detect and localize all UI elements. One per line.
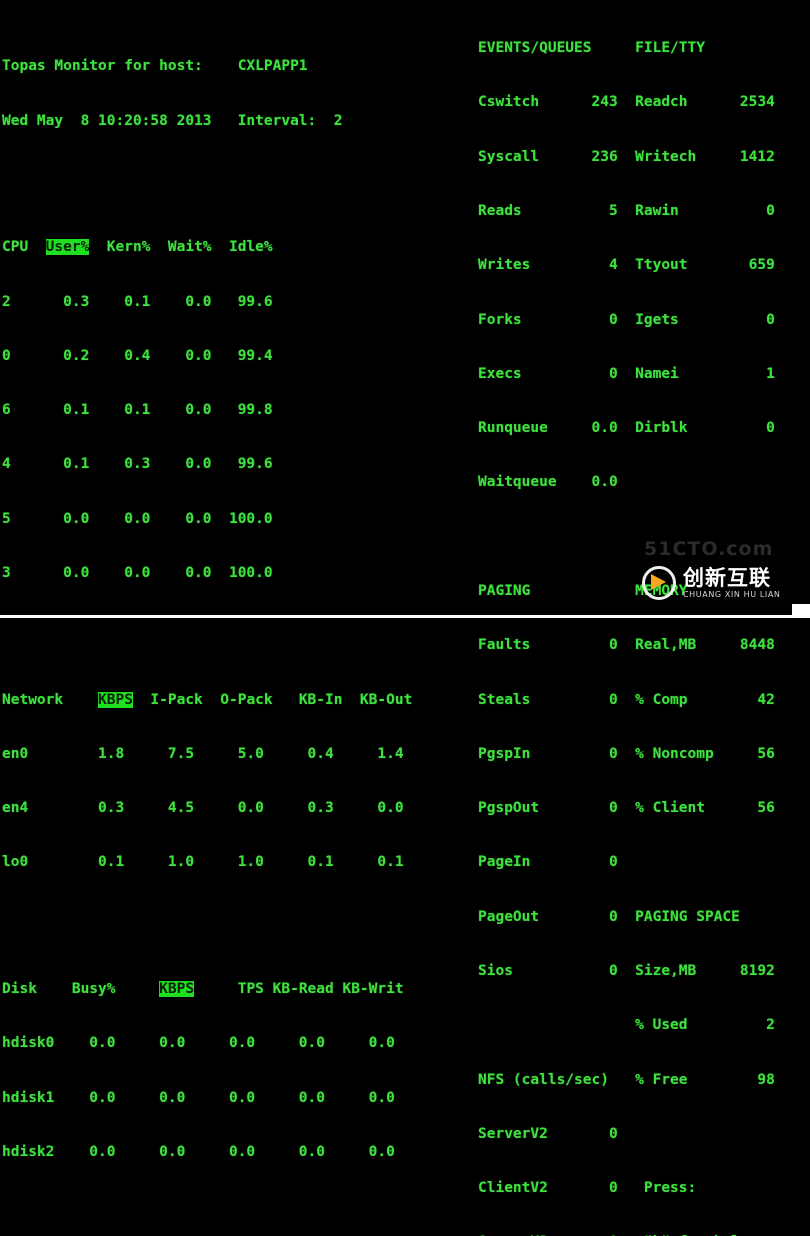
topas-left-pane: Topas Monitor for host: CXLPAPP1 Wed May… [2, 3, 472, 1160]
disk-row: hdisk0 0.0 0.0 0.0 0.0 0.0 [2, 1035, 395, 1052]
cpu-header-post: Kern% Wait% Idle% [89, 239, 273, 256]
disk-header-pre: Disk Busy% [2, 981, 160, 998]
right-pane-line: Reads 5 Rawin 0 [478, 203, 775, 220]
right-pane-line: PageIn 0 [478, 854, 618, 871]
network-row: lo0 0.1 1.0 1.0 0.1 0.1 [2, 854, 404, 871]
right-pane-line: PAGING MEMORY [478, 583, 688, 599]
right-pane-line: Steals 0 % Comp 42 [478, 691, 775, 708]
right-pane-line: PgspIn 0 % Noncomp 56 [478, 745, 775, 762]
right-pane-line: Faults 0 Real,MB 8448 [478, 637, 775, 654]
right-pane-line: Syscall 236 Writech 1412 [478, 148, 775, 165]
right-pane-line: Execs 0 Namei 1 [478, 365, 775, 382]
cpu-row: 6 0.1 0.1 0.0 99.8 [2, 402, 273, 419]
cpu-header-pre: CPU [2, 239, 46, 256]
right-pane-line: Forks 0 Igets 0 [478, 311, 775, 328]
right-pane-line [478, 528, 810, 546]
cpu-section-header: CPU User% Kern% Wait% Idle% [2, 238, 472, 256]
network-row: en0 1.8 7.5 5.0 0.4 1.4 [2, 745, 404, 762]
cpu-sort-column-user[interactable]: User% [45, 239, 90, 256]
right-pane-line: Waitqueue 0.0 [478, 474, 618, 491]
right-pane-line: ClientV2 0 Press: [478, 1180, 697, 1197]
cpu-row: 4 0.1 0.3 0.0 99.6 [2, 456, 273, 473]
right-pane-line: % Used 2 [478, 1017, 775, 1034]
right-pane-line: EVENTS/QUEUES FILE/TTY [478, 40, 705, 57]
network-row: en4 0.3 4.5 0.0 0.3 0.0 [2, 800, 404, 817]
right-pane-line: Runqueue 0.0 Dirblk 0 [478, 420, 775, 437]
disk-header-post: TPS KB-Read KB-Writ [194, 981, 404, 998]
right-pane-line: ServerV3 0 "h" for help [478, 1233, 810, 1236]
cpu-row: 2 0.3 0.1 0.0 99.6 [2, 293, 273, 310]
right-pane-line: Cswitch 243 Readch 2534 [478, 94, 775, 111]
network-section-header: Network KBPS I-Pack O-Pack KB-In KB-Out [2, 691, 472, 709]
disk-row: hdisk2 0.0 0.0 0.0 0.0 0.0 [2, 1143, 395, 1160]
header-line-2: Wed May 8 10:20:58 2013 Interval: 2 [2, 112, 343, 129]
right-pane-line: Sios 0 Size,MB 8192 [478, 962, 775, 979]
right-pane-line: ServerV2 0 [478, 1125, 618, 1142]
bottom-right-edge-strip [792, 604, 810, 618]
right-pane-line: NFS (calls/sec) % Free 98 [478, 1071, 775, 1088]
network-sort-column-kbps[interactable]: KBPS [98, 691, 133, 708]
terminal-screen: Topas Monitor for host: CXLPAPP1 Wed May… [0, 0, 810, 1236]
network-header-post: I-Pack O-Pack KB-In KB-Out [132, 691, 413, 708]
right-pane-line: Writes 4 Ttyout 659 [478, 257, 775, 274]
right-pane-line: PgspOut 0 % Client 56 [478, 800, 775, 817]
cpu-row: 0 0.2 0.4 0.0 99.4 [2, 347, 273, 364]
right-pane-line: PageOut 0 PAGING SPACE [478, 908, 740, 925]
topas-right-pane: EVENTS/QUEUES FILE/TTY Cswitch 243 Readc… [478, 3, 810, 1236]
cpu-row: 5 0.0 0.0 0.0 100.0 [2, 510, 273, 527]
disk-row: hdisk1 0.0 0.0 0.0 0.0 0.0 [2, 1089, 395, 1106]
cpu-row: 3 0.0 0.0 0.0 100.0 [2, 564, 273, 581]
disk-section-header: Disk Busy% KBPS TPS KB-Read KB-Writ [2, 980, 472, 998]
network-header-pre: Network [2, 691, 99, 708]
header-line-1: Topas Monitor for host: CXLPAPP1 [2, 58, 308, 75]
disk-sort-column-kbps[interactable]: KBPS [159, 981, 195, 998]
